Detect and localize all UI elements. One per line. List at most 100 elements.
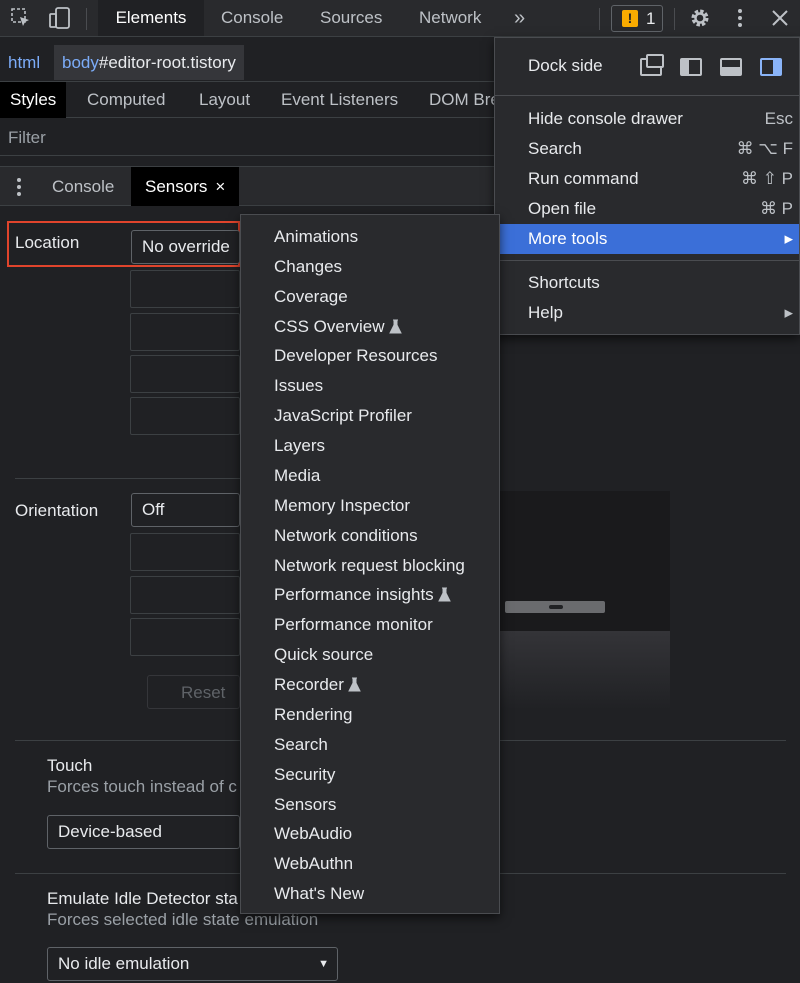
tab-computed[interactable]: Computed	[87, 82, 165, 118]
locale-field[interactable]	[130, 397, 240, 435]
beta-field[interactable]	[130, 576, 240, 614]
more-tools-item-performance-insights[interactable]: Performance insights	[274, 580, 451, 610]
more-tools-item-performance-monitor[interactable]: Performance monitor	[274, 610, 433, 640]
menu-item-open-file[interactable]: Open file ⌘ P	[495, 194, 799, 224]
more-tools-item-issues[interactable]: Issues	[274, 371, 323, 401]
toolbar-divider	[674, 8, 675, 30]
more-tools-item-memory-inspector[interactable]: Memory Inspector	[274, 491, 410, 521]
undock-icon[interactable]	[640, 54, 664, 76]
customize-devtools-menu: Dock side Hide console drawer Esc Search ⌘…	[494, 37, 800, 335]
close-tab-icon[interactable]: ×	[215, 177, 225, 196]
more-tools-item-search[interactable]: Search	[274, 730, 328, 760]
menu-item-run-command[interactable]: Run command ⌘ ⇧ P	[495, 164, 799, 194]
device-toolbar-icon[interactable]	[47, 6, 73, 30]
inspect-element-icon[interactable]	[8, 6, 34, 30]
tab-layout[interactable]: Layout	[199, 82, 250, 118]
more-tools-item-developer-resources[interactable]: Developer Resources	[274, 341, 437, 371]
reset-button[interactable]: Reset	[147, 675, 240, 709]
more-tools-item-label: Recorder	[274, 675, 344, 695]
menu-item-label: Search	[528, 139, 582, 158]
device-preview-side	[500, 631, 670, 710]
device-preview-model	[505, 601, 605, 613]
more-tools-item-security[interactable]: Security	[274, 760, 335, 790]
breadcrumb-body[interactable]: body#editor-root.tistory	[54, 45, 244, 80]
drawer-tabbar: Console Sensors ×	[0, 166, 500, 206]
menu-item-hide-console-drawer[interactable]: Hide console drawer Esc	[495, 104, 799, 134]
more-tools-item-rendering[interactable]: Rendering	[274, 700, 352, 730]
issues-badge[interactable]: ! 1	[611, 5, 663, 32]
more-tools-item-label: WebAuthn	[274, 854, 354, 874]
gear-icon[interactable]	[687, 6, 713, 30]
section-divider	[15, 478, 240, 479]
breadcrumb: html body#editor-root.tistory	[0, 45, 500, 80]
touch-select[interactable]: Device-based	[47, 815, 240, 849]
drawer-tab-console[interactable]: Console	[52, 167, 114, 206]
more-tools-item-label: Coverage	[274, 286, 348, 306]
more-tools-item-label: JavaScript Profiler	[274, 406, 412, 426]
more-tools-item-label: Animations	[274, 227, 359, 246]
close-icon[interactable]	[767, 6, 793, 30]
timezone-field[interactable]	[130, 355, 240, 393]
more-tools-item-network-request-blocking[interactable]: Network request blocking	[274, 551, 465, 581]
drawer-tab-sensors-label: Sensors	[145, 177, 208, 196]
more-tools-item-label: Memory Inspector	[274, 495, 411, 515]
orientation-select[interactable]: Off	[131, 493, 240, 527]
submenu-arrow-icon: ▸	[784, 303, 793, 322]
menu-item-help[interactable]: Help ▸	[495, 298, 799, 328]
dock-bottom-icon[interactable]	[720, 58, 742, 76]
more-tools-item-animations[interactable]: Animations	[274, 222, 358, 252]
more-tools-item-changes[interactable]: Changes	[274, 252, 342, 282]
drawer-menu-icon[interactable]	[16, 177, 22, 202]
more-tools-item-media[interactable]: Media	[274, 461, 320, 491]
kebab-menu-icon[interactable]	[727, 6, 753, 30]
alpha-field[interactable]	[130, 533, 240, 571]
styles-filter-input[interactable]: Filter	[0, 119, 500, 156]
idle-emulation-value: No idle emulation	[58, 954, 190, 973]
menu-item-search[interactable]: Search ⌘ ⌥ F	[495, 134, 799, 164]
more-tools-item-webauthn[interactable]: WebAuthn	[274, 849, 353, 879]
more-tools-item-javascript-profiler[interactable]: JavaScript Profiler	[274, 401, 412, 431]
menu-shortcut: ⌘ ⌥ F	[736, 139, 793, 158]
menu-item-more-tools[interactable]: More tools ▸	[495, 224, 799, 254]
dock-right-icon[interactable]	[760, 58, 782, 76]
latitude-field[interactable]	[130, 270, 240, 308]
tab-sources[interactable]: Sources	[320, 0, 382, 36]
location-select[interactable]: No override	[131, 230, 240, 264]
tab-network[interactable]: Network	[419, 0, 481, 36]
longitude-field[interactable]	[130, 313, 240, 351]
more-tools-item-label: Issues	[274, 376, 324, 396]
idle-emulation-select[interactable]: No idle emulation ▼	[47, 947, 338, 981]
gamma-field[interactable]	[130, 618, 240, 656]
more-tools-item-quick-source[interactable]: Quick source	[274, 640, 373, 670]
issues-count: 1	[646, 8, 656, 28]
tab-dom-breakpoints[interactable]: DOM Bre	[429, 82, 500, 118]
more-tools-item-network-conditions[interactable]: Network conditions	[274, 521, 418, 551]
menu-item-label: Open file	[528, 199, 597, 218]
more-tools-item-label: Developer Resources	[274, 346, 438, 366]
more-tools-item-recorder[interactable]: Recorder	[274, 670, 361, 700]
tab-event-listeners[interactable]: Event Listeners	[281, 82, 398, 118]
dock-left-icon[interactable]	[680, 58, 702, 76]
breadcrumb-html[interactable]: html	[0, 45, 48, 80]
tab-elements[interactable]: Elements	[98, 0, 204, 36]
styles-pane-tabs: Styles Computed Layout Event Listeners D…	[0, 81, 500, 118]
menu-item-shortcuts[interactable]: Shortcuts	[495, 268, 799, 298]
more-tools-item-label: Security	[274, 764, 336, 784]
more-tools-item-sensors[interactable]: Sensors	[274, 790, 336, 820]
drawer-tab-sensors[interactable]: Sensors ×	[131, 167, 240, 206]
more-tools-item-coverage[interactable]: Coverage	[274, 282, 348, 312]
more-tools-item-what-s-new[interactable]: What's New	[274, 879, 364, 909]
more-tools-item-webaudio[interactable]: WebAudio	[274, 819, 352, 849]
more-tools-item-label: Network request blocking	[274, 555, 465, 575]
toolbar-divider	[86, 8, 87, 30]
tab-styles[interactable]: Styles	[0, 82, 67, 118]
more-tools-item-label: Quick source	[274, 645, 374, 665]
experimental-flask-icon	[385, 317, 402, 336]
more-tools-item-css-overview[interactable]: CSS Overview	[274, 312, 402, 342]
menu-shortcut: ⌘ ⇧ P	[740, 169, 793, 188]
more-tabs-chevron-icon[interactable]: »	[514, 0, 525, 36]
menu-item-label: More tools	[528, 229, 608, 248]
more-tools-item-layers[interactable]: Layers	[274, 431, 325, 461]
breadcrumb-body-id: #editor-root.tistory	[98, 53, 236, 72]
tab-console[interactable]: Console	[221, 0, 283, 36]
